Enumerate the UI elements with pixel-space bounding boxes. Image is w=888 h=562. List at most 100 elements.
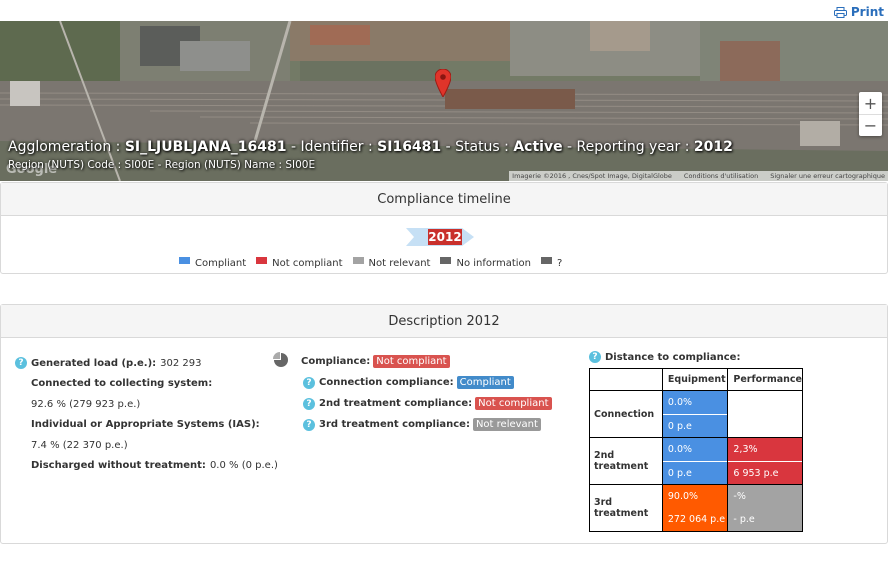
equipment-pct: 0.0% — [662, 438, 728, 461]
performance-pct: 2,3% — [728, 438, 802, 461]
ias-label-row: Individual or Appropriate Systems (IAS): — [15, 415, 278, 436]
connection-compliance-badge: Compliant — [456, 376, 514, 389]
zoom-control: + − — [859, 92, 882, 136]
equipment-pct: 90.0% — [662, 485, 728, 508]
second-treatment-equipment-cell: 0.0% 0 p.e — [661, 437, 729, 485]
report-error-link[interactable]: Signaler une erreur cartographique — [770, 172, 885, 180]
second-treatment-compliance-label: 2nd treatment compliance: — [319, 398, 473, 409]
connection-compliance-label: Connection compliance: — [319, 377, 454, 388]
third-treatment-compliance-label: 3rd treatment compliance: — [319, 419, 470, 430]
performance-pct: -% — [728, 485, 802, 508]
performance-pe — [728, 414, 802, 437]
third-treatment-performance-cell: -% - p.e — [727, 484, 803, 532]
legend-swatch — [256, 257, 268, 264]
table-row: 2nd treatment 0.0% 0 p.e 2,3% 6 953 p.e — [589, 437, 803, 485]
compliance-status-badge: Not compliant — [373, 355, 450, 368]
location-pin-icon[interactable] — [434, 68, 452, 101]
generated-load-row: ? Generated load (p.e.): 302 293 — [15, 353, 278, 374]
map-subtitle: Region (NUTS) Code : SI00E - Region (NUT… — [8, 159, 316, 171]
connected-label-row: Connected to collecting system: — [15, 374, 278, 395]
equipment-pe: 0 p.e — [662, 414, 728, 437]
equipment-pct: 0.0% — [662, 391, 728, 414]
legend-not-compliant: Not compliant — [256, 257, 343, 269]
second-treatment-performance-cell: 2,3% 6 953 p.e — [727, 437, 803, 485]
id-label: - Identifier : — [286, 139, 378, 155]
help-icon[interactable]: ? — [589, 351, 601, 363]
description-panel: Description 2012 ? Generated load (p.e.)… — [0, 304, 888, 544]
load-info: ? Generated load (p.e.): 302 293 Connect… — [15, 353, 278, 476]
status-value: Active — [513, 139, 563, 155]
timeline-year-label: 2012 — [428, 229, 462, 245]
discharged-row: Discharged without treatment: 0.0 % (0 p… — [15, 456, 278, 477]
legend-label: ? — [556, 258, 563, 269]
legend-swatch — [179, 257, 190, 264]
third-treatment-compliance-badge: Not relevant — [472, 418, 541, 431]
terms-link[interactable]: Conditions d'utilisation — [684, 172, 758, 180]
legend-label: Not relevant — [368, 258, 431, 269]
compliance-info: Compliance: Not compliant ? Connection c… — [273, 351, 552, 435]
legend-unknown: ? — [540, 257, 563, 269]
table-row: Connection 0.0% 0 p.e — [589, 390, 803, 438]
timeline-year-marker[interactable]: 2012 — [406, 227, 474, 247]
print-label: Print — [850, 5, 884, 19]
year-value: 2012 — [693, 139, 733, 155]
imagery-credit: Imagerie ©2016 , Cnes/Spot Image, Digita… — [512, 172, 672, 180]
connected-value: 92.6 % (279 923 p.e.) — [31, 398, 141, 410]
performance-pe: - p.e — [728, 508, 802, 531]
legend-label: Compliant — [195, 258, 247, 269]
status-label: - Status : — [441, 139, 514, 155]
third-treatment-equipment-cell: 90.0% 272 064 p.e — [661, 484, 729, 532]
ias-value-row: 7.4 % (22 370 p.e.) — [15, 435, 278, 456]
map-title: Agglomeration : SI_LJUBLJANA_16481 - Ide… — [8, 139, 733, 155]
distance-label: Distance to compliance: — [605, 351, 741, 363]
legend-compliant: Compliant — [179, 257, 247, 269]
legend-not-relevant: Not relevant — [352, 257, 431, 269]
discharged-label: Discharged without treatment: — [31, 460, 206, 472]
help-icon[interactable]: ? — [303, 397, 315, 410]
pie-chart-icon — [273, 352, 289, 371]
ias-label: Individual or Appropriate Systems (IAS): — [31, 419, 260, 431]
discharged-value: 0.0 % (0 p.e.) — [209, 460, 278, 472]
generated-load-value: 302 293 — [160, 357, 202, 369]
agg-value: SI_LJUBLJANA_16481 — [124, 139, 287, 155]
equipment-column-header: Equipment — [661, 368, 729, 391]
performance-column-header: Performance — [727, 368, 803, 391]
legend-swatch — [352, 257, 364, 264]
second-treatment-compliance-row: ? 2nd treatment compliance: Not complian… — [273, 393, 552, 414]
performance-pct — [728, 391, 802, 414]
map-attribution: Imagerie ©2016 , Cnes/Spot Image, Digita… — [509, 171, 888, 181]
zoom-out-button[interactable]: − — [859, 114, 882, 136]
table-corner — [589, 368, 663, 391]
table-header-row: Equipment Performance — [589, 368, 803, 391]
second-treatment-compliance-badge: Not compliant — [475, 397, 552, 410]
legend-swatch — [540, 257, 552, 264]
distance-to-compliance-heading: ? Distance to compliance: — [589, 351, 740, 363]
legend-swatch — [440, 257, 452, 264]
year-label: - Reporting year : — [562, 139, 694, 155]
equipment-pe: 272 064 p.e — [662, 508, 728, 531]
connection-compliance-row: ? Connection compliance: Compliant — [273, 372, 552, 393]
timeline-legend: Compliant Not compliant Not relevant No … — [179, 257, 563, 269]
connected-label: Connected to collecting system: — [31, 378, 213, 390]
print-button[interactable]: Print — [833, 4, 884, 20]
printer-icon — [833, 6, 847, 18]
connected-value-row: 92.6 % (279 923 p.e.) — [15, 394, 278, 415]
equipment-pe: 0 p.e — [662, 461, 728, 484]
compliance-row: Compliance: Not compliant — [273, 351, 552, 372]
help-icon[interactable]: ? — [303, 418, 315, 431]
connection-performance-cell — [727, 390, 803, 438]
help-icon[interactable]: ? — [303, 376, 315, 389]
legend-label: No information — [456, 258, 531, 269]
compliance-timeline-panel: Compliance timeline 2012 Compliant Not c… — [0, 182, 888, 274]
agg-label: Agglomeration : — [8, 139, 125, 155]
satellite-map[interactable]: + − Google Agglomeration : SI_LJUBLJANA_… — [0, 21, 888, 181]
zoom-in-button[interactable]: + — [859, 92, 882, 114]
connection-equipment-cell: 0.0% 0 p.e — [661, 390, 729, 438]
description-title: Description 2012 — [1, 305, 887, 338]
id-value: SI16481 — [377, 139, 442, 155]
legend-label: Not compliant — [272, 258, 343, 269]
row-label-3rd-treatment: 3rd treatment — [589, 484, 663, 532]
help-icon[interactable]: ? — [15, 357, 27, 370]
legend-no-information: No information — [440, 257, 531, 269]
compliance-label: Compliance: — [301, 356, 371, 367]
